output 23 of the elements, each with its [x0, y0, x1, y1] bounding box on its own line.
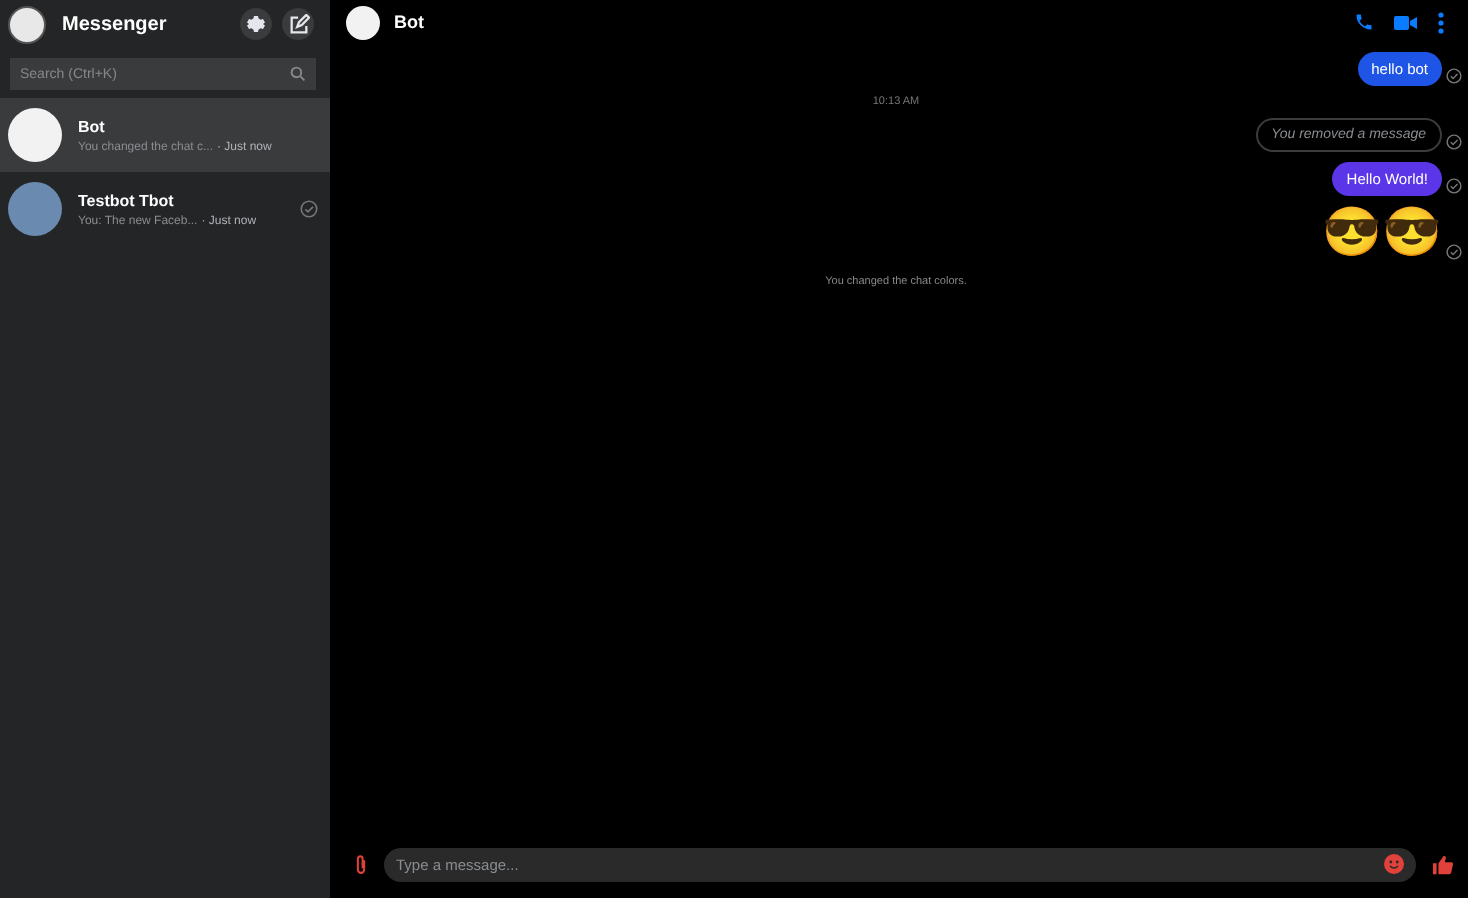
sent-check-icon [1446, 178, 1462, 194]
search-icon [290, 66, 306, 82]
more-options-icon[interactable] [1438, 11, 1444, 33]
gear-icon [244, 12, 268, 36]
contact-avatar [8, 182, 62, 236]
settings-button[interactable] [240, 8, 272, 40]
thumbs-up-icon[interactable] [1432, 853, 1454, 875]
profile-avatar[interactable] [8, 5, 46, 43]
contact-name: Bot [78, 117, 107, 135]
chat-title: Bot [394, 12, 424, 32]
contact-avatar [346, 5, 380, 39]
app-title: Messenger [62, 13, 167, 35]
sent-check-icon [1446, 244, 1462, 260]
compose-button[interactable] [282, 8, 314, 40]
contact-name: Testbot Tbot [78, 191, 176, 209]
phone-icon[interactable] [1354, 12, 1374, 32]
sent-check-icon [1446, 134, 1462, 150]
video-camera-icon[interactable] [1394, 13, 1418, 31]
contact-avatar [8, 108, 62, 162]
emoji-icon[interactable] [1384, 854, 1404, 874]
paperclip-icon[interactable] [354, 853, 368, 875]
sent-check-icon [1446, 68, 1462, 84]
emoji-message: 😎😎 [1322, 206, 1442, 262]
